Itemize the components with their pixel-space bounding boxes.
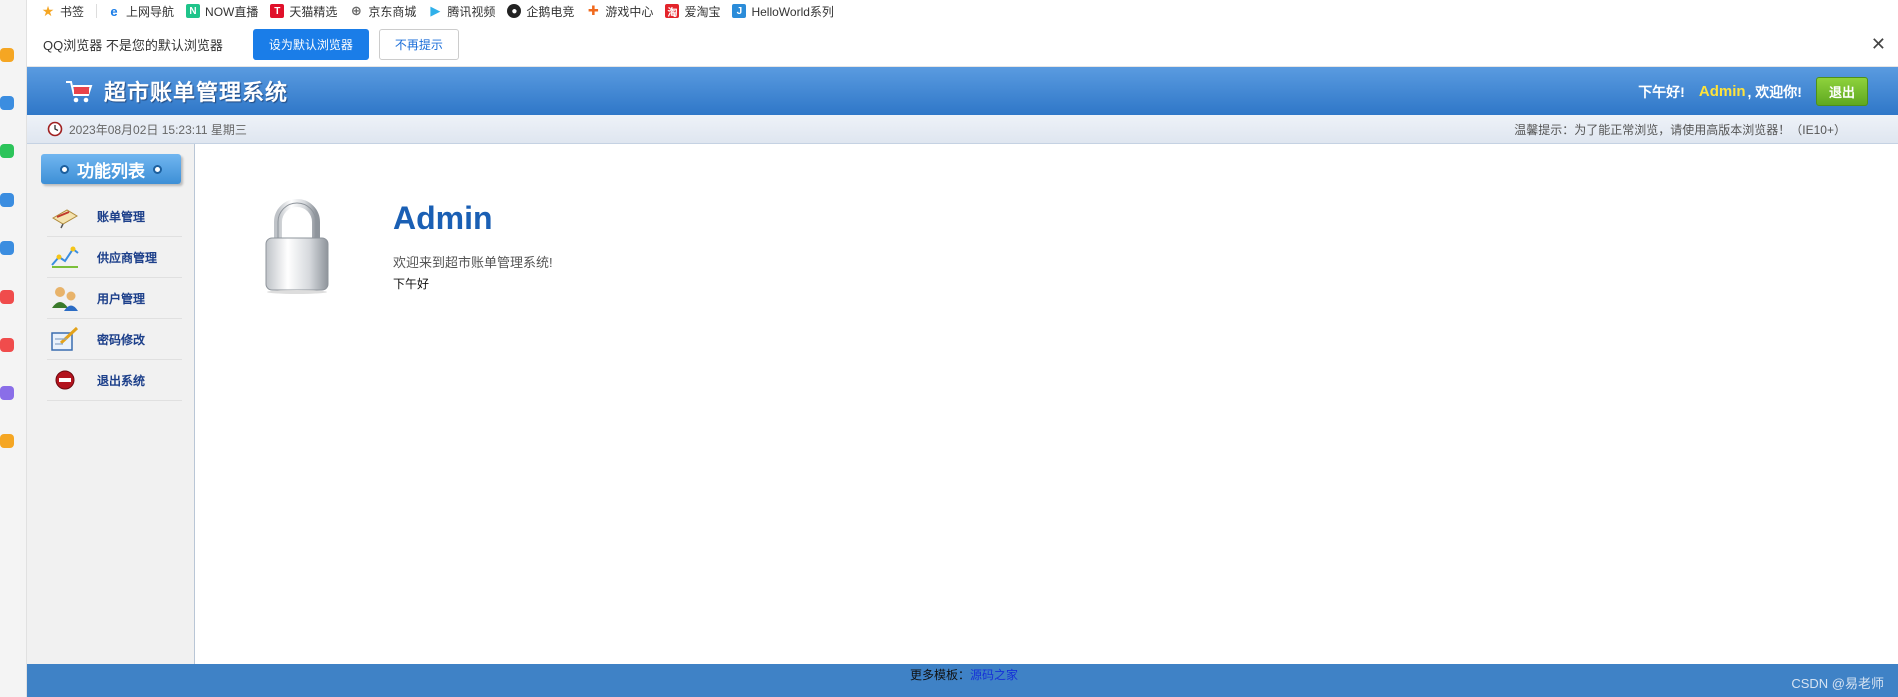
history-icon[interactable] <box>0 96 14 110</box>
more-templates-label: 更多模板： <box>910 668 971 682</box>
logout-button[interactable]: 退出 <box>1815 77 1868 106</box>
bullet-icon <box>153 164 162 174</box>
favorites-icon[interactable] <box>0 48 14 62</box>
wechat-icon[interactable] <box>0 144 14 158</box>
bookmark-label: 京东商城 <box>368 4 417 19</box>
bookmark-label: 书签 <box>60 4 85 19</box>
function-list-title: 功能列表 <box>41 154 181 184</box>
main-username: Admin <box>393 200 493 236</box>
cloud-icon[interactable] <box>0 241 14 255</box>
sidebar-item-label: 供应商管理 <box>97 250 158 265</box>
set-default-button[interactable]: 设为默认浏览器 <box>252 28 369 60</box>
sidebar-item-suppliers[interactable]: 供应商管理 <box>47 237 182 278</box>
close-icon[interactable]: ✕ <box>1871 34 1886 55</box>
dismiss-button[interactable]: 不再提示 <box>378 28 459 60</box>
pdf-icon[interactable] <box>0 338 14 352</box>
star-icon: ★ <box>41 2 55 19</box>
now-icon: N <box>186 4 201 18</box>
header-greeting: 下午好! <box>1638 83 1685 100</box>
sidebar-item-label: 账单管理 <box>97 209 146 224</box>
bullet-icon <box>60 164 69 174</box>
password-icon <box>51 326 79 351</box>
bookmark-label: 游戏中心 <box>605 4 654 19</box>
sidebar-item-label: 退出系统 <box>97 373 146 388</box>
bookmark-bookmarks[interactable]: ★ 书签 <box>41 3 84 20</box>
browser-side-rail <box>0 0 27 697</box>
divider <box>96 4 98 18</box>
bookmark-label: 天猫精选 <box>289 4 338 19</box>
play-icon: ▶ <box>430 3 441 18</box>
sidebar-item-users[interactable]: 用户管理 <box>47 278 182 319</box>
tmall-icon: T <box>270 4 285 18</box>
status-bar: 2023年08月02日 15:23:11 星期三 温馨提示：为了能正常浏览，请使… <box>27 115 1898 144</box>
sidebar-item-password[interactable]: 密码修改 <box>47 319 182 360</box>
sidebar-item-bills[interactable]: 账单管理 <box>47 196 182 237</box>
bookmark-helloworld[interactable]: J HelloWorld系列 <box>732 3 834 20</box>
edit-icon[interactable] <box>0 386 14 400</box>
exit-icon <box>55 370 75 390</box>
penguin-icon: ● <box>507 4 522 18</box>
header-username: Admin <box>1698 83 1746 100</box>
supplier-icon <box>51 246 79 268</box>
app-title: 超市账单管理系统 <box>104 80 289 105</box>
sidebar-item-label: 密码修改 <box>97 332 146 347</box>
bookmark-taobao[interactable]: 淘 爱淘宝 <box>665 3 720 20</box>
shopping-cart-icon <box>66 81 93 103</box>
sidebar: 功能列表 账单管理 供应商管理 用户管理 密码修改 退出系统 <box>27 144 195 664</box>
j-icon: J <box>732 4 747 18</box>
csdn-watermark: CSDN @易老师 <box>1791 676 1884 691</box>
browser-tip: 温馨提示：为了能正常浏览，请使用高版本浏览器！（IE10+） <box>1514 122 1846 137</box>
clock-icon <box>47 121 63 137</box>
bookmark-games[interactable]: ✚ 游戏中心 <box>586 3 653 20</box>
sidebar-title-label: 功能列表 <box>77 161 145 181</box>
bookmark-label: 爱淘宝 <box>684 4 721 19</box>
bookmark-label: 腾讯视频 <box>447 4 496 19</box>
notice-text: QQ浏览器 不是您的默认浏览器 <box>43 37 223 53</box>
lock-icon <box>265 199 329 294</box>
bookmark-now[interactable]: N NOW直播 <box>186 3 258 20</box>
sidebar-item-label: 用户管理 <box>97 291 146 306</box>
user-area: 下午好! Admin , 欢迎你! 退出 <box>1638 77 1868 106</box>
globe-icon: ⊕ <box>350 3 362 18</box>
bookmark-label: NOW直播 <box>205 4 259 19</box>
search-icon[interactable] <box>0 434 14 448</box>
datetime: 2023年08月02日 15:23:11 星期三 <box>69 122 247 137</box>
sidebar-item-exit[interactable]: 退出系统 <box>47 360 182 401</box>
default-browser-notice: QQ浏览器 不是您的默认浏览器 设为默认浏览器 不再提示 ✕ <box>27 22 1898 67</box>
main-content: Admin 欢迎来到超市账单管理系统! 下午好 <box>196 144 1898 664</box>
main-greeting: 下午好 <box>393 277 430 291</box>
ie-icon: e <box>110 3 118 19</box>
home-icon[interactable] <box>0 290 14 304</box>
bookmarks-bar: ★ 书签 e 上网导航 N NOW直播 T 天猫精选 ⊕ 京东商城 ▶ 腾讯视频… <box>27 0 1898 22</box>
bookmark-esports[interactable]: ● 企鹅电竞 <box>507 3 574 20</box>
bookmark-jd[interactable]: ⊕ 京东商城 <box>349 3 416 20</box>
function-list: 账单管理 供应商管理 用户管理 密码修改 退出系统 <box>47 196 182 401</box>
welcome-message: 欢迎来到超市账单管理系统! <box>393 255 553 270</box>
app-header: 超市账单管理系统 下午好! Admin , 欢迎你! 退出 <box>27 67 1898 115</box>
bookmark-tencent-video[interactable]: ▶ 腾讯视频 <box>428 3 495 20</box>
more-templates: 更多模板：源码之家 <box>910 666 1018 683</box>
taobao-icon: 淘 <box>665 4 680 19</box>
bookmark-tmall[interactable]: T 天猫精选 <box>270 3 337 20</box>
footer: 更多模板：源码之家 CSDN @易老师 <box>27 664 1898 697</box>
gamepad-icon: ✚ <box>587 3 599 18</box>
bookmark-nav[interactable]: e 上网导航 <box>107 3 174 20</box>
bill-icon <box>52 209 78 229</box>
source-link[interactable]: 源码之家 <box>970 668 1018 682</box>
bookmark-label: HelloWorld系列 <box>751 4 834 19</box>
header-welcome: , 欢迎你! <box>1747 83 1802 100</box>
bookmark-label: 上网导航 <box>126 4 175 19</box>
users-icon <box>52 287 78 311</box>
bookmark-label: 企鹅电竞 <box>526 4 575 19</box>
share-icon[interactable] <box>0 193 14 207</box>
